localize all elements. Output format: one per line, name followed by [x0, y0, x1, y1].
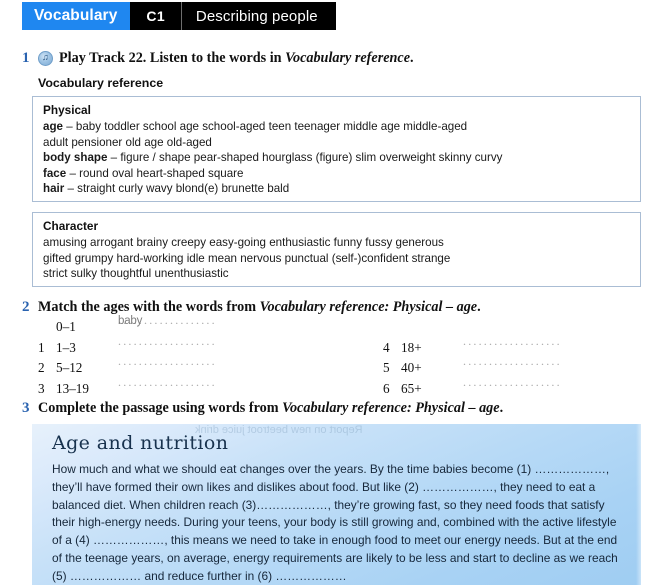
- reference-line-words: amusing arrogant brainy creepy easy-goin…: [43, 236, 444, 249]
- exercise-3-instruction-part-2: .: [499, 400, 504, 416]
- reference-line-words: straight curly wavy blond(e) brunette ba…: [77, 182, 290, 195]
- exercise-2-instruction-part-2: .: [477, 299, 481, 315]
- match-row-answer-blank[interactable]: ...................: [463, 374, 571, 393]
- match-row-age: 40+: [401, 360, 422, 375]
- match-row-age: 0–1: [56, 319, 76, 334]
- exercise-1-number: 1: [22, 50, 30, 66]
- exercise-3-instruction-part-1: Complete the passage using words from: [38, 400, 283, 416]
- reference-line-label: age: [43, 120, 63, 133]
- exercise-2-instruction: Match the ages with the words from Vocab…: [38, 299, 481, 316]
- match-column-right: 4 18+ ................... 5 40+ ........…: [383, 333, 571, 399]
- reference-line-label: face: [43, 166, 67, 180]
- reference-line: body shape – figure / shape pear-shaped …: [43, 150, 632, 166]
- reference-line-label: hair: [43, 182, 65, 195]
- reference-line-dash: –: [62, 120, 76, 133]
- match-row-answer-blank[interactable]: ...................: [463, 354, 571, 372]
- header-level-tab[interactable]: C1: [130, 2, 182, 30]
- exercise-1-instruction-row: 1 ♫ Play Track 22. Listen to the words i…: [22, 50, 414, 67]
- passage-title: Age and nutrition: [52, 432, 229, 454]
- exercise-1-instruction-part-1: Play Track 22. Listen to the words in: [59, 50, 286, 66]
- header-topic-tab[interactable]: Describing people: [181, 2, 336, 30]
- passage-panel: Age and nutrition How much and what we s…: [32, 424, 641, 585]
- reference-line: age – baby toddler school age school-age…: [43, 119, 632, 135]
- match-row-age: 1–3: [56, 339, 76, 355]
- exercise-1-instruction-emphasis: Vocabulary reference: [285, 50, 410, 66]
- vocabulary-reference-subheading: Vocabulary reference: [38, 76, 164, 90]
- reference-line: hair – straight curly wavy blond(e) brun…: [43, 181, 632, 197]
- match-row-answer-text: baby: [118, 315, 143, 327]
- reference-box-physical-title: Physical: [43, 103, 91, 117]
- reference-line: face – round oval heart-shaped square: [43, 166, 632, 182]
- reference-box-character-title: Character: [43, 219, 99, 233]
- exercise-1-instruction-part-2: .: [410, 50, 414, 66]
- match-row-index: 4: [383, 339, 390, 355]
- reference-line-dash: –: [64, 182, 78, 195]
- match-row-index: 3: [38, 380, 45, 396]
- reference-line-label: body shape: [43, 151, 108, 164]
- match-row-dotted-line: ...................: [118, 354, 217, 368]
- match-row-age: 18+: [401, 339, 422, 355]
- match-row-dotted-line: ...................: [463, 333, 562, 348]
- match-row-answer-blank[interactable]: ...................: [463, 333, 571, 352]
- match-row-age: 5–12: [56, 360, 83, 375]
- reference-line: amusing arrogant brainy creepy easy-goin…: [43, 235, 632, 251]
- match-row-dotted-line: ...................: [463, 354, 562, 368]
- reference-box-physical: Physical age – baby toddler school age s…: [32, 96, 641, 202]
- match-row-index: 5: [383, 360, 390, 375]
- match-row-dotted-line: ...................: [463, 374, 562, 389]
- match-row-age: 13–19: [56, 380, 89, 396]
- exercise-3-instruction-emphasis: Vocabulary reference: Physical – age: [282, 400, 500, 416]
- header-section-tab[interactable]: Vocabulary: [22, 2, 131, 30]
- match-row: 3 13–19 ...................: [38, 374, 226, 399]
- page-header-bar: Vocabulary C1 Describing people: [22, 2, 336, 30]
- reference-line-dash: –: [66, 166, 80, 180]
- match-row-dotted-line: ...................: [118, 374, 217, 389]
- exercise-1-instruction: Play Track 22. Listen to the words in Vo…: [59, 50, 414, 67]
- passage-body-text: How much and what we should eat changes …: [52, 462, 618, 583]
- reference-line: strict sulky thoughtful unenthusiastic: [43, 266, 632, 282]
- exercise-3-instruction-row: 3 Complete the passage using words from …: [22, 400, 503, 417]
- match-row-index: 6: [383, 380, 390, 396]
- reference-line-words: figure / shape pear-shaped hourglass (fi…: [120, 151, 503, 164]
- exercise-2-number: 2: [22, 299, 30, 315]
- exercise-2-instruction-emphasis: Vocabulary reference: Physical – age: [259, 299, 478, 315]
- reference-line-words: strict sulky thoughtful unenthusiastic: [43, 267, 229, 280]
- reference-line-dash: –: [107, 151, 121, 164]
- match-row-answer-blank[interactable]: ...................: [118, 333, 226, 352]
- match-row-age: 65+: [401, 380, 422, 396]
- match-row-index: 1: [38, 339, 45, 355]
- match-row-answer-blank[interactable]: ...................: [118, 374, 226, 393]
- match-row-index: 2: [38, 360, 45, 375]
- exercise-2-instruction-row: 2 Match the ages with the words from Voc…: [22, 299, 481, 316]
- reference-line-words: round oval heart-shaped square: [79, 166, 244, 180]
- audio-disc-icon[interactable]: ♫: [38, 51, 53, 66]
- reference-line: adult pensioner old age old-aged: [43, 135, 632, 151]
- match-row-dotted-line: ...................: [118, 333, 217, 348]
- reference-line: gifted grumpy hard-working idle mean ner…: [43, 251, 632, 267]
- reference-line-words: adult pensioner old age old-aged: [43, 135, 212, 149]
- exercise-3-instruction: Complete the passage using words from Vo…: [38, 400, 503, 417]
- match-row: 6 65+ ...................: [383, 374, 571, 399]
- exercise-3-number: 3: [22, 400, 30, 416]
- match-column-left: 0–1 ................... baby 1 1–3 .....…: [38, 313, 226, 399]
- reference-box-character: Character amusing arrogant brainy creepy…: [32, 212, 641, 287]
- reference-line-words: baby toddler school age school-aged teen…: [75, 120, 468, 133]
- match-row-answer-blank[interactable]: ...................: [118, 354, 226, 372]
- reference-line-words: gifted grumpy hard-working idle mean ner…: [43, 251, 451, 265]
- match-row-answer-blank[interactable]: ................... baby: [118, 313, 226, 331]
